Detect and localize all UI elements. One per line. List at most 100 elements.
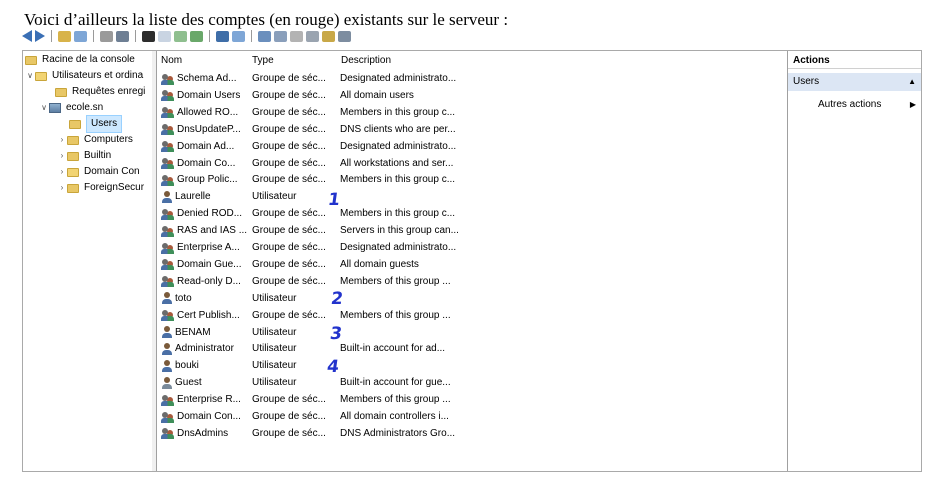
list-item[interactable]: Domain Co... Groupe de séc... All workstat… (157, 155, 787, 172)
list-item[interactable]: Denied ROD... Groupe de séc... Members in … (157, 205, 787, 222)
folder-icon (67, 183, 79, 193)
list-item[interactable]: Guest Utilisateur Built-in account for gue… (157, 374, 787, 391)
chevron-right-icon[interactable]: › (57, 148, 67, 164)
filter-icon[interactable] (306, 30, 319, 42)
list-item-name-cell: Domain Ad... (157, 140, 248, 153)
list-item-name: Domain Co... (177, 157, 236, 169)
list-item[interactable]: Administrator Utilisateur Built-in account… (157, 340, 787, 357)
new-ou-icon[interactable] (290, 30, 303, 42)
chevron-right-icon[interactable]: › (57, 164, 67, 180)
list-item-name: Cert Publish... (177, 309, 240, 321)
collapse-up-icon[interactable]: ▲ (908, 73, 916, 91)
column-header-description[interactable]: Description (337, 53, 477, 69)
list-item[interactable]: Domain Users Groupe de séc... All domain u… (157, 87, 787, 104)
list-item[interactable]: DnsAdmins Groupe de séc... DNS Administrat… (157, 425, 787, 442)
list-item-name-cell: Guest (157, 376, 248, 389)
actions-section-label: Users (793, 76, 820, 87)
tree-root[interactable]: Racine de la console (25, 52, 135, 68)
actions-pane: Actions Users ▲ Autres actions ▶ (788, 51, 921, 471)
list-item[interactable]: Domain Con... Groupe de séc... All domain … (157, 408, 787, 425)
tree-domain-controllers[interactable]: › Domain Con (57, 164, 140, 180)
toolbar-separator (51, 30, 52, 42)
list-item[interactable]: Read-only D... Groupe de séc... Members of… (157, 273, 787, 290)
list-item[interactable]: BENAM Utilisateur (157, 324, 787, 341)
list-item-name: DnsUpdateP... (177, 123, 241, 135)
tree-foreign-security[interactable]: › ForeignSecur (57, 180, 144, 196)
list-item[interactable]: Cert Publish... Groupe de séc... Members o… (157, 307, 787, 324)
chevron-down-icon[interactable]: ∨ (39, 100, 49, 116)
chevron-right-icon[interactable]: › (57, 132, 67, 148)
cut-icon[interactable] (100, 30, 113, 42)
list-item-description: Members of this group ... (340, 394, 451, 406)
copy-icon[interactable] (116, 30, 129, 42)
list-item-name: Group Polic... (177, 174, 238, 186)
list-item[interactable]: Allowed RO... Groupe de séc... Members in … (157, 104, 787, 121)
list-item[interactable]: RAS and IAS ... Groupe de séc... Servers i… (157, 222, 787, 239)
list-item-description: All domain controllers i... (340, 411, 449, 422)
new-group-icon[interactable] (274, 30, 287, 42)
back-arrow-icon[interactable] (22, 30, 32, 42)
column-header-name[interactable]: Nom (157, 53, 248, 69)
list-item-name: BENAM (175, 326, 211, 338)
list-item-name: bouki (175, 360, 199, 372)
list-item-name-cell: bouki (157, 359, 248, 372)
list-item-name-cell: DnsAdmins (157, 427, 248, 440)
delete-icon[interactable] (142, 30, 155, 42)
list-item[interactable]: Enterprise R... Groupe de séc... Members o… (157, 391, 787, 408)
group-icon (161, 427, 175, 440)
list-item-name: Domain Con... (177, 411, 241, 422)
tree-computers-label: Computers (84, 134, 133, 145)
refresh-icon[interactable] (174, 30, 187, 42)
list-item[interactable]: Schema Ad... Groupe de séc... Designated a… (157, 70, 787, 87)
show-tree-icon[interactable] (74, 30, 87, 42)
caption-text: Voici d’ailleurs la liste des comptes (e… (24, 10, 509, 29)
actions-section-users[interactable]: Users ▲ (788, 73, 921, 91)
list-item[interactable]: Enterprise A... Groupe de séc... Designate… (157, 239, 787, 256)
more-actions-label: Autres actions (818, 99, 882, 110)
user-icon (161, 190, 173, 203)
tree-users[interactable]: Users (69, 115, 123, 133)
toolbar (22, 28, 351, 44)
chevron-right-icon[interactable]: › (57, 180, 67, 196)
tree-saved-queries[interactable]: Requêtes enregi (55, 84, 145, 100)
list-item-name-cell: toto (157, 292, 248, 305)
chevron-down-icon[interactable]: ∨ (25, 68, 35, 84)
submenu-arrow-icon: ▶ (909, 100, 916, 109)
help-icon[interactable] (216, 30, 229, 42)
new-user-icon[interactable] (258, 30, 271, 42)
folder-icon (69, 119, 81, 129)
list-item[interactable]: Laurelle Utilisateur (157, 188, 787, 205)
list-item-name-cell: Enterprise R... (157, 394, 248, 406)
tree-computers[interactable]: › Computers (57, 132, 133, 148)
column-header-type[interactable]: Type (248, 53, 337, 69)
tree-domain[interactable]: ∨ ecole.sn (39, 100, 103, 116)
user-icon (161, 342, 173, 355)
list-item-description: Designated administrato... (340, 242, 457, 253)
find-icon[interactable] (338, 30, 351, 42)
list-item-description: Members in this group c... (340, 174, 456, 186)
list-item-type: Groupe de séc... (252, 123, 326, 135)
list-item[interactable]: Domain Ad... Groupe de séc... Designated a… (157, 138, 787, 155)
export-icon[interactable] (190, 30, 203, 42)
list-item[interactable]: Domain Gue... Groupe de séc... All domain … (157, 256, 787, 273)
list-item-name-cell: DnsUpdateP... (157, 123, 248, 136)
list-item[interactable]: Group Polic... Groupe de séc... Members in… (157, 171, 787, 188)
more-actions-item[interactable]: Autres actions ▶ (818, 97, 921, 113)
tree-root-label: Racine de la console (42, 54, 135, 65)
list-item-name: Read-only D... (177, 275, 241, 287)
properties-icon[interactable] (158, 30, 171, 42)
list-item[interactable]: DnsUpdateP... Groupe de séc... DNS clients… (157, 121, 787, 138)
list-item-name: Schema Ad... (177, 73, 237, 84)
domain-icon (49, 103, 61, 113)
forward-arrow-icon[interactable] (35, 30, 45, 42)
up-folder-icon[interactable] (58, 30, 71, 42)
list-item[interactable]: toto Utilisateur (157, 290, 787, 307)
tree-builtin[interactable]: › Builtin (57, 148, 112, 164)
group-icon (161, 275, 175, 288)
list-item[interactable]: bouki Utilisateur (157, 357, 787, 374)
list-item-type: Utilisateur (252, 377, 297, 389)
add-to-group-icon[interactable] (322, 30, 335, 42)
tree-snapin[interactable]: ∨ Utilisateurs et ordina (25, 68, 143, 84)
list-item-type: Groupe de séc... (252, 208, 326, 220)
show-action-pane-icon[interactable] (232, 30, 245, 42)
